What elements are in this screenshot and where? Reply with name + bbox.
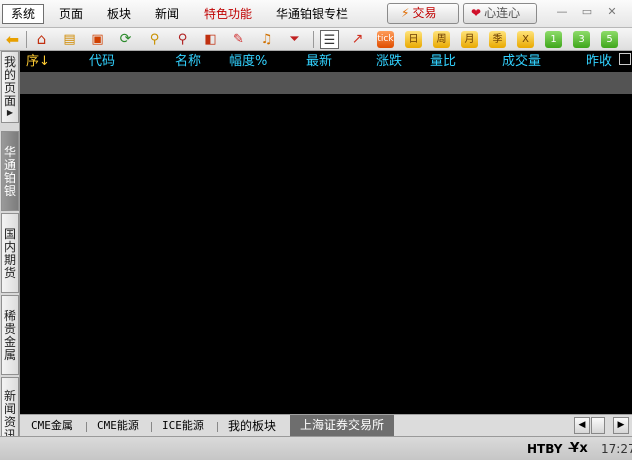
refresh-icon[interactable]: ⟳ bbox=[116, 30, 135, 49]
period-week-button[interactable]: 周 bbox=[433, 31, 450, 48]
window-icon[interactable]: ◧ bbox=[201, 30, 220, 49]
minimize-icon[interactable]: — bbox=[553, 5, 571, 19]
home-icon[interactable]: ⌂ bbox=[32, 30, 51, 49]
status-code: HTBY bbox=[527, 442, 563, 456]
market-tab-shanghai-exchange[interactable]: 上海证券交易所 bbox=[290, 415, 395, 436]
scroll-right-icon[interactable]: ▶ bbox=[613, 417, 629, 434]
heart-link-button[interactable]: ❤ 心连心 bbox=[463, 3, 537, 24]
grid-settings-icon[interactable] bbox=[619, 53, 631, 65]
menu-special-features[interactable]: 特色功能 bbox=[204, 6, 252, 22]
menu-system[interactable]: 系统 bbox=[2, 4, 45, 24]
tab-separator bbox=[151, 422, 152, 432]
restore-icon[interactable]: ▭ bbox=[578, 5, 596, 19]
fund-icon[interactable]: ▣ bbox=[88, 30, 107, 49]
period-1min-button[interactable]: 1 bbox=[545, 31, 562, 48]
column-header-volume-ratio[interactable]: 量比 bbox=[430, 53, 456, 70]
back-arrow-icon[interactable]: ⬅ bbox=[3, 30, 22, 49]
toolbar-separator bbox=[26, 31, 27, 48]
selected-row[interactable] bbox=[20, 72, 632, 94]
market-tab-cme-energy[interactable]: CME能源 bbox=[97, 418, 139, 434]
side-tab-precious-metals[interactable]: 稀贵金属 bbox=[1, 295, 19, 375]
menu-news[interactable]: 新闻 bbox=[155, 6, 179, 22]
menu-bar: 系统 页面 板块 新闻 特色功能 华通铂银专栏 ⚡ 交易 ❤ 心连心 — ▭ ✕ bbox=[0, 0, 632, 28]
toolbar: ⬅ ⌂ ▤ ▣ ⟳ ⚲ ⚲ ◧ ✎ ♫ ⏷ ☰ ↗ tick 日 周 月 季 X… bbox=[0, 28, 632, 51]
quote-grid-header: 序↓ 代码 名称 幅度% 最新 涨跌 量比 成交量 昨收 bbox=[20, 51, 632, 72]
menu-sector[interactable]: 板块 bbox=[107, 6, 131, 22]
tab-separator bbox=[86, 422, 87, 432]
zoom-out-icon[interactable]: ⚲ bbox=[173, 30, 192, 49]
column-header-seq[interactable]: 序↓ bbox=[26, 53, 50, 70]
close-icon[interactable]: ✕ bbox=[603, 5, 621, 19]
pen-icon[interactable]: ✎ bbox=[229, 30, 248, 49]
column-header-change[interactable]: 涨跌 bbox=[376, 53, 402, 70]
scroll-left-icon[interactable]: ◀ bbox=[574, 417, 590, 434]
menu-htby-column[interactable]: 华通铂银专栏 bbox=[276, 6, 348, 22]
market-tab-bar: CME金属 CME能源 ICE能源 我的板块 上海证券交易所 ◀ ▶ bbox=[20, 414, 632, 436]
bell-icon[interactable]: ♫ bbox=[257, 30, 276, 49]
column-header-latest[interactable]: 最新 bbox=[306, 53, 332, 70]
column-header-code[interactable]: 代码 bbox=[89, 53, 115, 70]
scroll-thumb[interactable] bbox=[591, 417, 605, 434]
filter-clear-icon[interactable]: Y̶x bbox=[570, 441, 588, 457]
market-tab-my-sectors[interactable]: 我的板块 bbox=[228, 418, 276, 434]
side-tab-my-pages[interactable]: 我的页面 ▶ bbox=[1, 51, 19, 123]
period-custom-button[interactable]: X bbox=[517, 31, 534, 48]
period-3min-button[interactable]: 3 bbox=[573, 31, 590, 48]
trend-chart-icon[interactable]: ↗ bbox=[348, 30, 367, 49]
column-header-change-pct[interactable]: 幅度% bbox=[229, 53, 267, 70]
market-tab-ice-energy[interactable]: ICE能源 bbox=[162, 418, 204, 434]
lightning-icon: ⚡ bbox=[401, 6, 410, 20]
side-tab-htby[interactable]: 华通铂银 bbox=[1, 131, 19, 211]
stack-icon[interactable]: ▤ bbox=[60, 30, 79, 49]
quote-grid-body[interactable] bbox=[20, 94, 632, 414]
side-tab-domestic-futures[interactable]: 国内期货 bbox=[1, 213, 19, 293]
status-bar: HTBY Y̶x 17:27 bbox=[0, 436, 632, 460]
side-tab-bar: 我的页面 ▶ 华通铂银 国内期货 稀贵金属 新闻资讯 bbox=[0, 51, 20, 436]
column-header-prev-close[interactable]: 昨收 bbox=[586, 53, 612, 70]
triangle-right-icon: ▶ bbox=[6, 108, 14, 117]
heart-icon: ❤ bbox=[471, 6, 482, 20]
period-month-button[interactable]: 月 bbox=[461, 31, 478, 48]
trade-button[interactable]: ⚡ 交易 bbox=[387, 3, 459, 24]
side-tab-news[interactable]: 新闻资讯 bbox=[1, 377, 19, 436]
column-header-volume[interactable]: 成交量 bbox=[502, 53, 541, 70]
column-header-name[interactable]: 名称 bbox=[175, 53, 201, 70]
tab-separator bbox=[217, 422, 218, 432]
market-tab-cme-metals[interactable]: CME金属 bbox=[31, 418, 73, 434]
quote-table-icon[interactable]: ☰ bbox=[320, 30, 339, 49]
toolbar-separator bbox=[313, 31, 314, 48]
period-day-button[interactable]: 日 bbox=[405, 31, 422, 48]
status-time: 17:27 bbox=[601, 442, 632, 456]
filter-icon[interactable]: ⏷ bbox=[285, 30, 304, 49]
zoom-in-icon[interactable]: ⚲ bbox=[145, 30, 164, 49]
period-quarter-button[interactable]: 季 bbox=[489, 31, 506, 48]
menu-page[interactable]: 页面 bbox=[59, 6, 83, 22]
tick-chart-button[interactable]: tick bbox=[377, 31, 394, 48]
period-5min-button[interactable]: 5 bbox=[601, 31, 618, 48]
